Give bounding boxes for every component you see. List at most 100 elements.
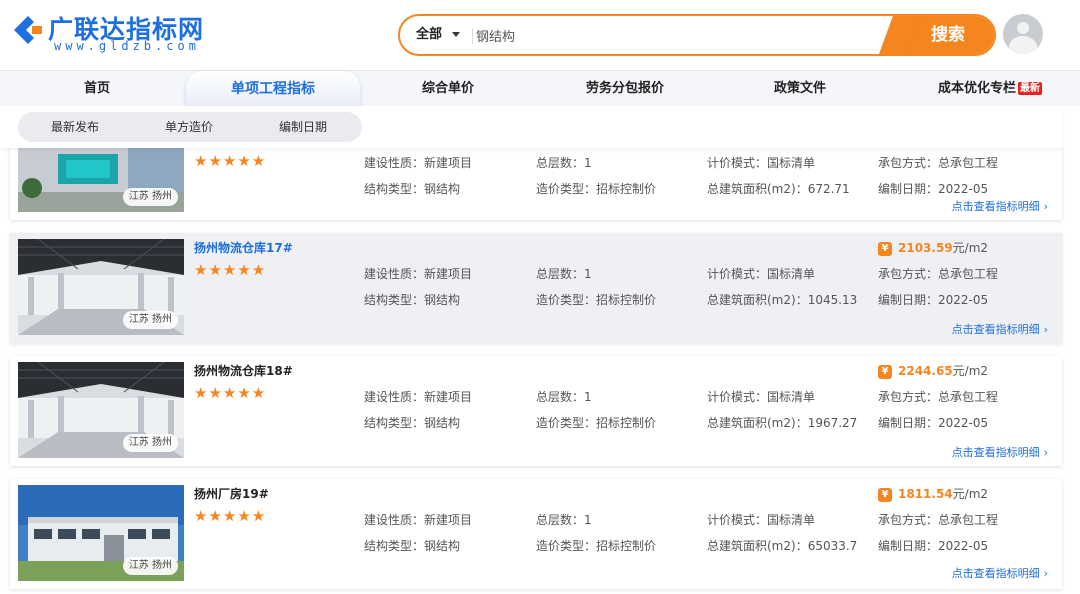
view-details-link[interactable]: 点击查看指标明细 › [952,444,1048,460]
search-input[interactable] [476,16,896,54]
logo-mark-icon [14,16,42,44]
structure-type: 结构类型：钢结构 [364,416,461,430]
new-badge: 最新 [1018,82,1042,95]
construction-nature: 建设性质：新建项目 [364,156,473,170]
total-area: 总建筑面积(m2)：672.71 [707,182,850,196]
price-unit: 元/m2 [952,241,989,255]
unit-price: ¥2103.59元/m2 [878,239,988,256]
compile-date: 编制日期：2022-05 [878,539,989,553]
sort-latest[interactable]: 最新发布 [51,112,99,142]
pricing-mode: 计价模式：国标清单 [707,156,816,170]
project-title[interactable]: 扬州厂房19# [194,485,269,502]
sort-date[interactable]: 编制日期 [279,112,327,142]
total-area: 总建筑面积(m2)：65033.7 [707,539,858,553]
contract-mode: 承包方式：总承包工程 [878,513,999,527]
project-thumbnail[interactable]: 江苏 扬州 [18,148,184,212]
nav-item-policy-docs[interactable]: 政策文件 [755,71,845,107]
structure-type: 结构类型：钢结构 [364,293,461,307]
nav-item-unit-price[interactable]: 综合单价 [403,71,493,107]
nav-item-home[interactable]: 首页 [52,71,142,107]
view-details-label: 点击查看指标明细 [951,567,1040,580]
project-thumbnail[interactable]: 江苏 扬州 [18,239,184,335]
project-thumbnail[interactable]: 江苏 扬州 [18,362,184,458]
price-unit: 元/m2 [952,364,989,378]
nav-item-single-project-index[interactable]: 单项工程指标 [186,71,360,107]
rating-stars: ★★★★★ [194,261,267,279]
list-item[interactable]: 江苏 扬州 扬州物流仓库17# ★★★★★ ¥2103.59元/m2 建设性质：… [10,233,1062,343]
chevron-right-icon: › [1043,567,1048,580]
rating-stars: ★★★★★ [194,384,267,402]
search-button-label: 搜索 [931,25,965,45]
contract-mode: 承包方式：总承包工程 [878,267,999,281]
view-details-link[interactable]: 点击查看指标明细 › [952,565,1048,581]
project-title[interactable]: 扬州物流仓库18# [194,362,293,379]
view-details-link[interactable]: 点击查看指标明细 › [952,198,1048,214]
location-tag: 江苏 扬州 [122,188,178,206]
search-bar: 全部 搜索 [398,14,996,56]
sort-unit-cost[interactable]: 单方造价 [165,112,213,142]
rating-stars: ★★★★★ [194,507,267,525]
cost-type: 造价类型：招标控制价 [536,416,657,430]
view-details-label: 点击查看指标明细 [951,446,1040,459]
search-button[interactable]: 搜索 [900,16,994,54]
floor-count: 总层数：1 [536,267,592,281]
contract-mode: 承包方式：总承包工程 [878,156,999,170]
compile-date: 编制日期：2022-05 [878,416,989,430]
price-unit: 元/m2 [952,487,989,501]
cost-type: 造价类型：招标控制价 [536,182,657,196]
floor-count: 总层数：1 [536,156,592,170]
floor-count: 总层数：1 [536,513,592,527]
list-item[interactable]: 江苏 扬州 ★★★★★ 建设性质：新建项目 结构类型：钢结构 总层数：1 造价类… [10,148,1062,220]
rating-stars: ★★★★★ [194,152,267,170]
project-list: 江苏 扬州 ★★★★★ 建设性质：新建项目 结构类型：钢结构 总层数：1 造价类… [0,148,1080,594]
contract-mode: 承包方式：总承包工程 [878,390,999,404]
location-tag: 江苏 扬州 [122,311,178,329]
location-tag: 江苏 扬州 [122,434,178,452]
nav-item-labor-subcontract[interactable]: 劳务分包报价 [570,71,680,107]
yen-icon: ¥ [878,241,892,256]
sort-label: 编制日期 [279,120,328,134]
price-amount: 2103.59 [898,241,953,255]
unit-price: ¥1811.54元/m2 [878,485,988,502]
view-details-link[interactable]: 点击查看指标明细 › [952,321,1048,337]
structure-type: 结构类型：钢结构 [364,182,461,196]
caret-down-icon [452,32,461,37]
price-amount: 2244.65 [898,364,953,378]
list-item[interactable]: 江苏 扬州 扬州厂房19# ★★★★★ ¥1811.54元/m2 建设性质：新建… [10,479,1062,589]
yen-icon: ¥ [878,364,892,379]
logo-subtitle: www.gldzb.com [54,39,200,53]
nav-item-label: 成本优化专栏 [937,81,1016,96]
avatar-icon[interactable] [1003,14,1043,54]
view-details-label: 点击查看指标明细 [951,323,1040,336]
pricing-mode: 计价模式：国标清单 [707,390,816,404]
chevron-right-icon: › [1043,200,1048,213]
sort-label: 最新发布 [51,120,100,134]
pricing-mode: 计价模式：国标清单 [707,267,816,281]
project-thumbnail[interactable]: 江苏 扬州 [18,485,184,581]
nav-item-cost-optimization[interactable]: 成本优化专栏 最新 [928,71,1052,107]
main-nav: 首页 单项工程指标 综合单价 劳务分包报价 政策文件 成本优化专栏 最新 [0,70,1080,107]
project-title[interactable]: 扬州物流仓库17# [194,239,293,256]
yen-icon: ¥ [878,487,892,502]
sort-options: 最新发布 单方造价 编制日期 [18,112,362,142]
total-area: 总建筑面积(m2)：1045.13 [707,293,858,307]
cost-type: 造价类型：招标控制价 [536,293,657,307]
sort-label: 单方造价 [165,120,214,134]
list-item[interactable]: 江苏 扬州 扬州物流仓库18# ★★★★★ ¥2244.65元/m2 建设性质：… [10,356,1062,466]
nav-item-label: 劳务分包报价 [585,81,664,96]
search-scope-select[interactable]: 全部 [416,16,461,54]
price-amount: 1811.54 [898,487,953,501]
construction-nature: 建设性质：新建项目 [364,267,473,281]
pricing-mode: 计价模式：国标清单 [707,513,816,527]
chevron-right-icon: › [1043,446,1048,459]
search-divider [472,28,473,44]
nav-item-label: 政策文件 [773,81,826,96]
view-details-label: 点击查看指标明细 [951,200,1040,213]
total-area: 总建筑面积(m2)：1967.27 [707,416,858,430]
header: 广联达指标网 www.gldzb.com 全部 搜索 [0,0,1080,70]
chevron-right-icon: › [1043,323,1048,336]
construction-nature: 建设性质：新建项目 [364,513,473,527]
location-tag: 江苏 扬州 [122,557,178,575]
nav-item-label: 综合单价 [421,81,474,96]
logo[interactable]: 广联达指标网 www.gldzb.com [10,10,225,58]
